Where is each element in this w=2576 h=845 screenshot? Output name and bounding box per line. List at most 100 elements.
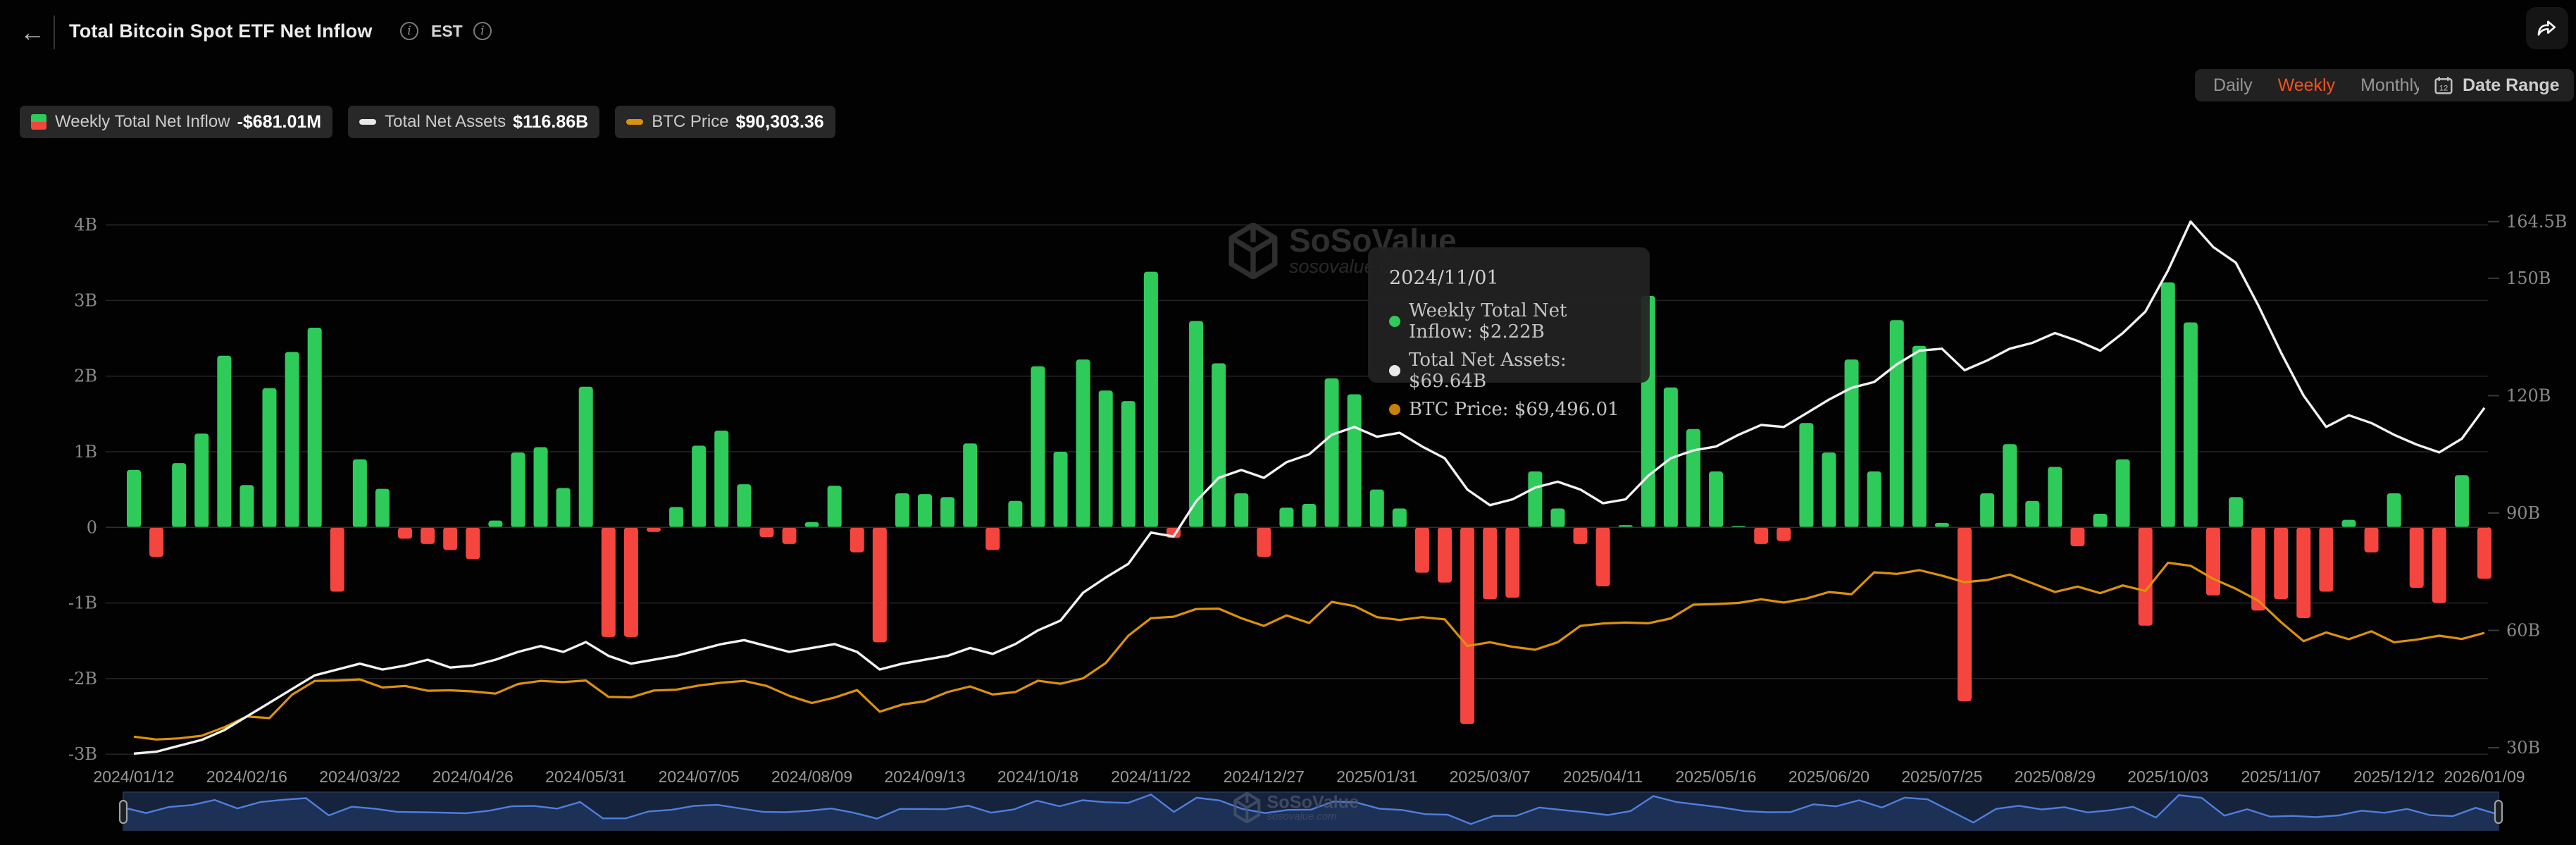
- inflow-bar[interactable]: [353, 459, 367, 528]
- inflow-bar[interactable]: [1302, 504, 1317, 527]
- inflow-bar[interactable]: [2070, 527, 2084, 546]
- inflow-bar[interactable]: [1031, 366, 1045, 528]
- main-chart-canvas[interactable]: 4B3B2B1B0-1B-2B-3B164.5B150B120B90B60B30…: [0, 0, 2576, 845]
- inflow-bar[interactable]: [940, 497, 954, 527]
- inflow-bar[interactable]: [2387, 493, 2401, 527]
- inflow-bar[interactable]: [1121, 401, 1135, 527]
- inflow-bar[interactable]: [2341, 520, 2356, 528]
- inflow-bar[interactable]: [1686, 429, 1700, 527]
- inflow-bar[interactable]: [308, 328, 322, 527]
- inflow-bar[interactable]: [1596, 527, 1610, 586]
- inflow-bar[interactable]: [2274, 527, 2288, 599]
- inflow-bar[interactable]: [1980, 493, 1994, 527]
- inflow-bar[interactable]: [1958, 527, 1972, 701]
- inflow-bar[interactable]: [330, 527, 344, 591]
- inflow-bar[interactable]: [918, 494, 932, 527]
- inflow-bar[interactable]: [2093, 514, 2108, 527]
- inflow-bar[interactable]: [895, 493, 909, 527]
- inflow-bar[interactable]: [2477, 527, 2491, 579]
- inflow-bar[interactable]: [1370, 490, 1384, 528]
- inflow-bar[interactable]: [511, 452, 525, 527]
- inflow-bar[interactable]: [2229, 497, 2243, 527]
- inflow-bar[interactable]: [1777, 527, 1791, 541]
- inflow-bar[interactable]: [602, 527, 616, 637]
- inflow-bar[interactable]: [2116, 459, 2130, 528]
- inflow-bar[interactable]: [985, 527, 1000, 550]
- inflow-bar[interactable]: [1348, 394, 1362, 527]
- inflow-bar[interactable]: [2319, 527, 2333, 591]
- inflow-bar[interactable]: [2139, 527, 2153, 625]
- inflow-bar[interactable]: [669, 507, 683, 527]
- inflow-bar[interactable]: [1822, 452, 1836, 527]
- inflow-bar[interactable]: [2410, 527, 2424, 588]
- inflow-bar[interactable]: [2206, 527, 2220, 596]
- inflow-bar[interactable]: [127, 470, 141, 528]
- inflow-bar[interactable]: [534, 448, 548, 528]
- navigator-handle-left[interactable]: [120, 801, 127, 823]
- navigator-handle-right[interactable]: [2495, 801, 2502, 823]
- inflow-bar[interactable]: [1415, 527, 1429, 572]
- inflow-bar[interactable]: [692, 445, 706, 527]
- inflow-bar[interactable]: [1799, 423, 1813, 527]
- inflow-bar[interactable]: [579, 387, 593, 528]
- btc-price-line[interactable]: [134, 563, 2484, 740]
- inflow-bar[interactable]: [873, 527, 887, 642]
- inflow-bar[interactable]: [2184, 323, 2198, 528]
- inflow-bar[interactable]: [963, 443, 977, 527]
- inflow-bar[interactable]: [1099, 390, 1113, 527]
- inflow-bar[interactable]: [850, 527, 864, 552]
- inflow-bar[interactable]: [1279, 507, 1293, 527]
- inflow-bar[interactable]: [1890, 320, 1904, 527]
- inflow-bar[interactable]: [172, 463, 186, 527]
- inflow-bar[interactable]: [1528, 471, 1542, 527]
- total-net-assets-line[interactable]: [134, 221, 2484, 753]
- inflow-bar[interactable]: [805, 522, 819, 528]
- inflow-bar[interactable]: [2432, 527, 2446, 603]
- inflow-bar[interactable]: [1234, 493, 1248, 527]
- inflow-bar[interactable]: [1008, 501, 1022, 528]
- inflow-bar[interactable]: [285, 352, 299, 527]
- inflow-bar[interactable]: [421, 527, 435, 544]
- inflow-bar[interactable]: [1144, 272, 1158, 528]
- inflow-bar[interactable]: [2365, 527, 2379, 552]
- inflow-bar[interactable]: [2048, 467, 2062, 527]
- inflow-bar[interactable]: [2455, 475, 2469, 527]
- inflow-bar[interactable]: [1505, 527, 1519, 598]
- inflow-bar[interactable]: [1212, 363, 1226, 527]
- inflow-bar[interactable]: [624, 527, 638, 637]
- inflow-bar[interactable]: [398, 527, 412, 538]
- inflow-bar[interactable]: [2161, 283, 2175, 528]
- inflow-bar[interactable]: [737, 484, 751, 527]
- inflow-bar[interactable]: [488, 521, 502, 528]
- inflow-bar[interactable]: [1257, 527, 1271, 557]
- inflow-bar[interactable]: [783, 527, 797, 544]
- inflow-bar[interactable]: [1754, 527, 1768, 544]
- inflow-bar[interactable]: [149, 527, 163, 557]
- inflow-bar[interactable]: [1574, 527, 1588, 544]
- inflow-bar[interactable]: [2025, 501, 2039, 528]
- inflow-bar[interactable]: [714, 431, 728, 527]
- inflow-bar[interactable]: [1076, 359, 1090, 527]
- inflow-bar[interactable]: [194, 433, 209, 527]
- inflow-bar[interactable]: [2003, 444, 2017, 527]
- inflow-bar[interactable]: [1709, 471, 1723, 527]
- inflow-bar[interactable]: [1483, 527, 1497, 599]
- inflow-bar[interactable]: [466, 527, 480, 559]
- inflow-bar[interactable]: [1935, 523, 1949, 527]
- inflow-bar[interactable]: [1867, 471, 1881, 527]
- inflow-bar[interactable]: [1460, 527, 1474, 724]
- inflow-bar[interactable]: [556, 488, 571, 528]
- inflow-bar[interactable]: [647, 527, 661, 531]
- inflow-bar[interactable]: [2296, 527, 2310, 618]
- inflow-bar[interactable]: [1325, 378, 1339, 527]
- inflow-bar[interactable]: [1912, 346, 1927, 528]
- inflow-bar[interactable]: [443, 527, 457, 550]
- inflow-bar[interactable]: [217, 356, 231, 528]
- inflow-bar[interactable]: [1393, 508, 1407, 527]
- inflow-bar[interactable]: [759, 527, 773, 537]
- inflow-bar[interactable]: [239, 485, 254, 527]
- inflow-bar[interactable]: [1845, 359, 1859, 527]
- inflow-bar[interactable]: [1054, 452, 1068, 527]
- inflow-bar[interactable]: [263, 388, 277, 527]
- inflow-bar[interactable]: [1550, 508, 1564, 527]
